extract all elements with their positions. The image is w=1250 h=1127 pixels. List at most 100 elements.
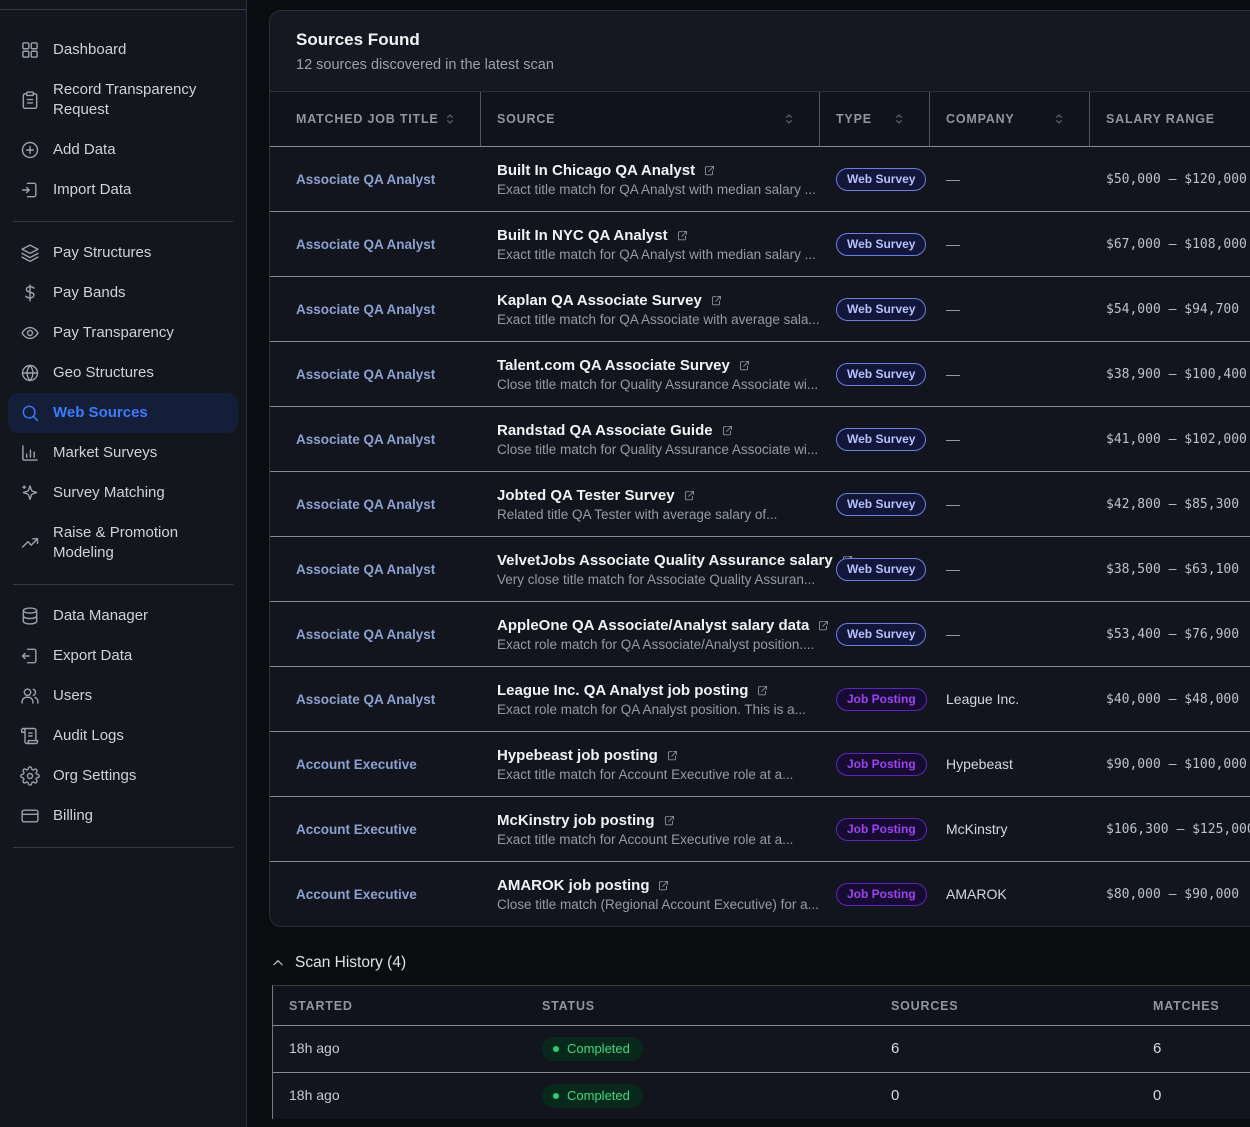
source-description: Close title match (Regional Account Exec…: [497, 897, 819, 912]
company-name: —: [946, 626, 960, 642]
sidebar-item-survey-matching[interactable]: Survey Matching: [8, 473, 238, 513]
external-link-icon[interactable]: [676, 229, 689, 242]
table-row: Associate QA AnalystTalent.com QA Associ…: [270, 341, 1250, 406]
scan-history-body: 18h agoCompleted6618h agoCompleted00: [273, 1025, 1250, 1119]
column-header-type[interactable]: TYPE: [820, 92, 930, 146]
type-badge: Web Survey: [836, 233, 926, 256]
sidebar-item-label: Audit Logs: [53, 726, 124, 746]
matched-job-title: Associate QA Analyst: [296, 237, 435, 252]
source-cell: Talent.com QA Associate SurveyClose titl…: [481, 342, 820, 406]
source-link[interactable]: Built In Chicago QA Analyst: [497, 162, 716, 179]
sort-icon[interactable]: [1051, 111, 1067, 127]
column-header-source[interactable]: SOURCE: [481, 92, 820, 146]
file-export-icon: [20, 646, 40, 666]
dollar-icon: [20, 283, 40, 303]
source-description: Exact title match for Account Executive …: [497, 767, 793, 782]
source-cell: VelvetJobs Associate Quality Assurance s…: [481, 537, 820, 601]
column-header-matched-job-title[interactable]: MATCHED JOB TITLE: [270, 92, 481, 146]
source-cell: League Inc. QA Analyst job postingExact …: [481, 667, 820, 731]
sidebar-item-market-surveys[interactable]: Market Surveys: [8, 433, 238, 473]
sidebar-item-label: Import Data: [53, 180, 131, 200]
source-title: Talent.com QA Associate Survey: [497, 357, 730, 374]
source-link[interactable]: League Inc. QA Analyst job posting: [497, 682, 769, 699]
external-link-icon[interactable]: [721, 424, 734, 437]
sidebar-item-audit-logs[interactable]: Audit Logs: [8, 716, 238, 756]
company-cell: —: [930, 537, 1090, 601]
type-badge: Job Posting: [836, 688, 927, 711]
sidebar-item-users[interactable]: Users: [8, 676, 238, 716]
sidebar-item-org-settings[interactable]: Org Settings: [8, 756, 238, 796]
scan-column-header-sources: SOURCES: [875, 999, 1137, 1013]
external-link-icon[interactable]: [663, 814, 676, 827]
database-icon: [20, 606, 40, 626]
sidebar-item-web-sources[interactable]: Web Sources: [8, 393, 238, 433]
scan-column-header-matches: MATCHES: [1137, 999, 1250, 1013]
source-link[interactable]: Talent.com QA Associate Survey: [497, 357, 751, 374]
external-link-icon[interactable]: [683, 489, 696, 502]
matched-job-title-cell: Associate QA Analyst: [270, 147, 481, 211]
external-link-icon[interactable]: [703, 164, 716, 177]
sort-icon[interactable]: [442, 111, 458, 127]
table-row: Account ExecutiveAMAROK job postingClose…: [270, 861, 1250, 926]
scan-history-toggle[interactable]: Scan History (4): [271, 954, 1250, 972]
source-link[interactable]: Randstad QA Associate Guide: [497, 422, 734, 439]
source-link[interactable]: AppleOne QA Associate/Analyst salary dat…: [497, 617, 830, 634]
sidebar-item-import-data[interactable]: Import Data: [8, 170, 238, 210]
matched-job-title: Associate QA Analyst: [296, 692, 435, 707]
sort-icon[interactable]: [891, 111, 907, 127]
type-badge: Web Survey: [836, 558, 926, 581]
table-row: Associate QA Analyst Kaplan QA Associate …: [270, 276, 1250, 341]
column-header-company[interactable]: COMPANY: [930, 92, 1090, 146]
sidebar-item-raise-promotion-modeling[interactable]: Raise & Promotion Modeling: [8, 513, 238, 573]
type-cell: Job Posting: [820, 797, 930, 861]
sidebar-divider: [13, 847, 233, 848]
sidebar-item-label: Raise & Promotion Modeling: [53, 523, 223, 563]
type-cell: Job Posting: [820, 862, 930, 926]
source-link[interactable]: Built In NYC QA Analyst: [497, 227, 689, 244]
salary-cell: $41,000 – $102,000: [1090, 407, 1250, 471]
company-name: —: [946, 366, 960, 382]
external-link-icon[interactable]: [666, 749, 679, 762]
source-link[interactable]: Hypebeast job posting: [497, 747, 679, 764]
external-link-icon[interactable]: [738, 359, 751, 372]
matched-job-title: Account Executive: [296, 822, 417, 837]
salary-range: $106,300 – $125,000: [1106, 822, 1250, 837]
sidebar-item-geo-structures[interactable]: Geo Structures: [8, 353, 238, 393]
sidebar-item-pay-structures[interactable]: Pay Structures: [8, 233, 238, 273]
matched-job-title-cell: Associate QA Analyst: [270, 537, 481, 601]
source-cell: Hypebeast job posting Exact title match f…: [481, 732, 820, 796]
matched-job-title: Associate QA Analyst: [296, 302, 435, 317]
source-link[interactable]: Kaplan QA Associate Survey: [497, 292, 723, 309]
external-link-icon[interactable]: [710, 294, 723, 307]
type-cell: Web Survey: [820, 472, 930, 536]
source-link[interactable]: VelvetJobs Associate Quality Assurance s…: [497, 552, 854, 569]
company-cell: —: [930, 147, 1090, 211]
column-header-salary-range[interactable]: SALARY RANGE: [1090, 92, 1250, 146]
sidebar-item-data-manager[interactable]: Data Manager: [8, 596, 238, 636]
status-label: Completed: [567, 1041, 630, 1056]
source-link[interactable]: McKinstry job posting: [497, 812, 676, 829]
salary-range: $40,000 – $48,000: [1106, 692, 1239, 707]
sidebar-item-record-transparency-request[interactable]: Record Transparency Request: [8, 70, 238, 130]
file-import-icon: [20, 180, 40, 200]
table-row: Account ExecutiveMcKinstry job postingEx…: [270, 796, 1250, 861]
source-cell: AppleOne QA Associate/Analyst salary dat…: [481, 602, 820, 666]
scan-started-cell: 18h ago: [273, 1087, 526, 1105]
company-cell: Hypebeast: [930, 732, 1090, 796]
sidebar-item-pay-transparency[interactable]: Pay Transparency: [8, 313, 238, 353]
sidebar-item-export-data[interactable]: Export Data: [8, 636, 238, 676]
sidebar-item-billing[interactable]: Billing: [8, 796, 238, 836]
source-title: Jobted QA Tester Survey: [497, 487, 675, 504]
sidebar-item-pay-bands[interactable]: Pay Bands: [8, 273, 238, 313]
external-link-icon[interactable]: [756, 684, 769, 697]
sort-icon[interactable]: [781, 111, 797, 127]
source-link[interactable]: Jobted QA Tester Survey: [497, 487, 696, 504]
salary-range: $41,000 – $102,000: [1106, 432, 1247, 447]
type-cell: Web Survey: [820, 212, 930, 276]
source-link[interactable]: AMAROK job posting: [497, 877, 670, 894]
company-cell: —: [930, 342, 1090, 406]
sidebar-item-add-data[interactable]: Add Data: [8, 130, 238, 170]
sidebar-item-dashboard[interactable]: Dashboard: [8, 30, 238, 70]
external-link-icon[interactable]: [657, 879, 670, 892]
card-subtitle: 12 sources discovered in the latest scan: [296, 56, 1250, 75]
